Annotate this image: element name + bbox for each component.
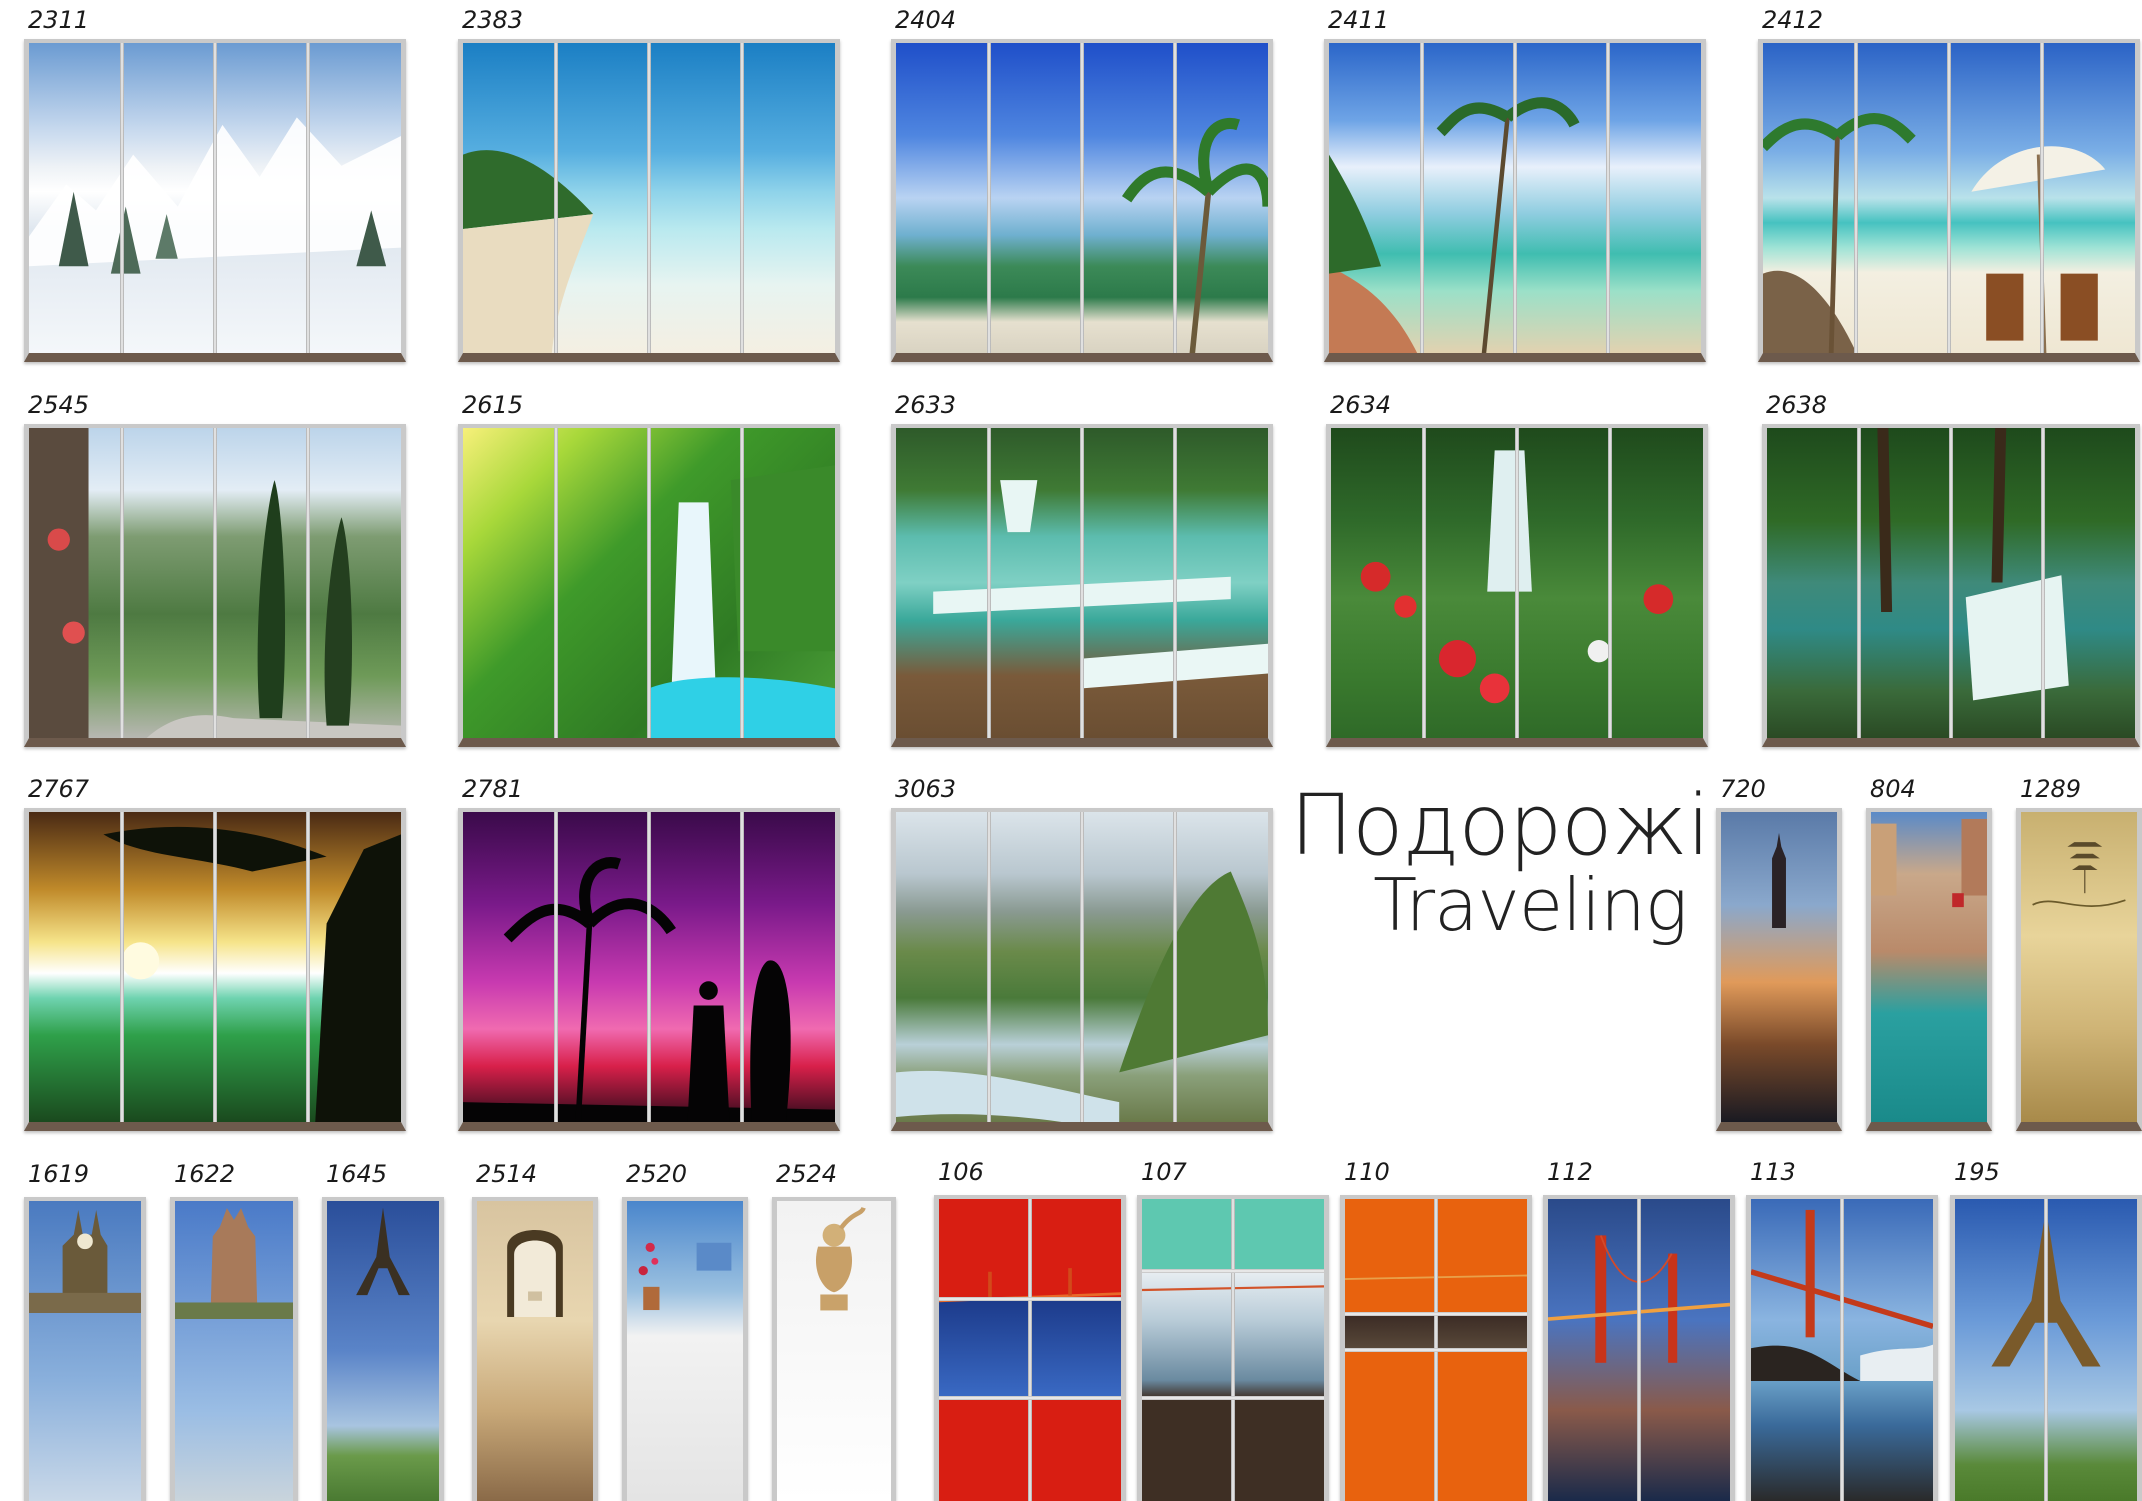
item-code: 113 — [1750, 1158, 1796, 1186]
item-code: 195 — [1954, 1158, 2000, 1186]
wardrobe-print-golden-gate-day — [1746, 1195, 1938, 1501]
item-code: 2634 — [1330, 391, 1392, 419]
item-code: 2524 — [776, 1160, 838, 1188]
wardrobe-print-river-painting — [891, 808, 1273, 1131]
item-code: 2514 — [476, 1160, 538, 1188]
item-code: 2520 — [626, 1160, 688, 1188]
catalog-item[interactable]: 2514 — [472, 1162, 598, 1501]
item-code: 3063 — [895, 775, 957, 803]
catalog-item[interactable]: 2545 — [24, 393, 406, 747]
item-code: 720 — [1720, 775, 1766, 803]
item-code: 2311 — [28, 6, 90, 34]
wardrobe-print-eiffel-tower — [322, 1197, 444, 1501]
item-code: 2411 — [1328, 6, 1390, 34]
catalog-item[interactable]: 720 — [1716, 777, 1842, 1131]
wardrobe-print-forest-waterfall — [1762, 424, 2140, 747]
title-english: Traveling — [1373, 862, 1688, 947]
catalog-item[interactable]: 2767 — [24, 777, 406, 1131]
catalog-item[interactable]: 3063 — [891, 777, 1273, 1131]
wardrobe-print-white-stairs-flowers — [622, 1197, 748, 1501]
catalog-item[interactable]: 106 — [934, 1160, 1126, 1501]
wardrobe-print-cascade-pools — [891, 424, 1273, 747]
wardrobe-print-city-skyscraper — [1716, 808, 1842, 1131]
catalog-item[interactable]: 1622 — [170, 1162, 298, 1501]
title-ukrainian: Подорожі — [1290, 776, 1710, 874]
wardrobe-print-arabic-arches — [472, 1197, 598, 1501]
catalog-item[interactable]: 2524 — [772, 1162, 896, 1501]
wardrobe-print-jungle-waterfall — [458, 424, 840, 747]
catalog-item[interactable]: 113 — [1746, 1160, 1938, 1501]
catalog-item[interactable]: 1619 — [24, 1162, 146, 1501]
wardrobe-print-old-tower — [170, 1197, 298, 1501]
wardrobe-print-cherub-statue — [772, 1197, 896, 1501]
item-code: 1619 — [28, 1160, 90, 1188]
item-code: 2545 — [28, 391, 90, 419]
catalog-item[interactable]: 110 — [1340, 1160, 1532, 1501]
catalog-item[interactable]: 2634 — [1326, 393, 1708, 747]
catalog-item[interactable]: 1645 — [322, 1162, 444, 1501]
catalog-item[interactable]: 107 — [1137, 1160, 1329, 1501]
catalog-item[interactable]: 112 — [1543, 1160, 1735, 1501]
item-code: 2615 — [462, 391, 524, 419]
item-code: 2767 — [28, 775, 90, 803]
item-code: 1645 — [326, 1160, 388, 1188]
wardrobe-print-golden-gate-night — [1543, 1195, 1735, 1501]
item-code: 804 — [1870, 775, 1916, 803]
catalog-item[interactable]: 2383 — [458, 8, 840, 362]
item-code: 2781 — [462, 775, 524, 803]
catalog-item[interactable]: 2412 — [1758, 8, 2140, 362]
catalog-item[interactable]: 1289 — [2016, 777, 2142, 1131]
wardrobe-print-big-ben — [24, 1197, 146, 1501]
catalog-item[interactable]: 2615 — [458, 393, 840, 747]
catalog-item[interactable]: 804 — [1866, 777, 1992, 1131]
item-code: 1289 — [2020, 775, 2082, 803]
catalog-item[interactable]: 2781 — [458, 777, 840, 1131]
collection-title: Подорожі Traveling — [1290, 776, 1710, 947]
catalog-item[interactable]: 2411 — [1324, 8, 1706, 362]
catalog-item[interactable]: 2404 — [891, 8, 1273, 362]
wardrobe-print-teal-bridge-panels — [1137, 1195, 1329, 1501]
wardrobe-print-beach-chairs-umbrella — [1758, 39, 2140, 362]
item-code: 2412 — [1762, 6, 1824, 34]
wardrobe-print-palm-lagoon — [891, 39, 1273, 362]
catalog-item[interactable]: 2633 — [891, 393, 1273, 747]
catalog-item[interactable]: 2520 — [622, 1162, 748, 1501]
wardrobe-print-purple-palm-surfer — [458, 808, 840, 1131]
wardrobe-print-pagoda-sketch — [2016, 808, 2142, 1131]
item-code: 2638 — [1766, 391, 1828, 419]
wardrobe-print-italian-road-cypress — [24, 424, 406, 747]
item-code: 106 — [938, 1158, 984, 1186]
wardrobe-print-sunset-tree — [24, 808, 406, 1131]
item-code: 110 — [1344, 1158, 1390, 1186]
wardrobe-print-snowy-mountains — [24, 39, 406, 362]
wardrobe-print-eiffel-tower-wide — [1950, 1195, 2142, 1501]
item-code: 2633 — [895, 391, 957, 419]
catalog-item[interactable]: 2638 — [1762, 393, 2140, 747]
item-code: 1622 — [174, 1160, 236, 1188]
wardrobe-print-flower-waterfall — [1326, 424, 1708, 747]
catalog-item[interactable]: 2311 — [24, 8, 406, 362]
wardrobe-print-tropical-beach — [458, 39, 840, 362]
item-code: 112 — [1547, 1158, 1593, 1186]
item-code: 2404 — [895, 6, 957, 34]
wardrobe-print-red-bridge-panels — [934, 1195, 1126, 1501]
wardrobe-print-venice-canal — [1866, 808, 1992, 1131]
catalog-item[interactable]: 195 — [1950, 1160, 2142, 1501]
item-code: 2383 — [462, 6, 524, 34]
wardrobe-print-palm-rocks-sea — [1324, 39, 1706, 362]
wardrobe-print-orange-bridge-panels — [1340, 1195, 1532, 1501]
item-code: 107 — [1141, 1158, 1187, 1186]
